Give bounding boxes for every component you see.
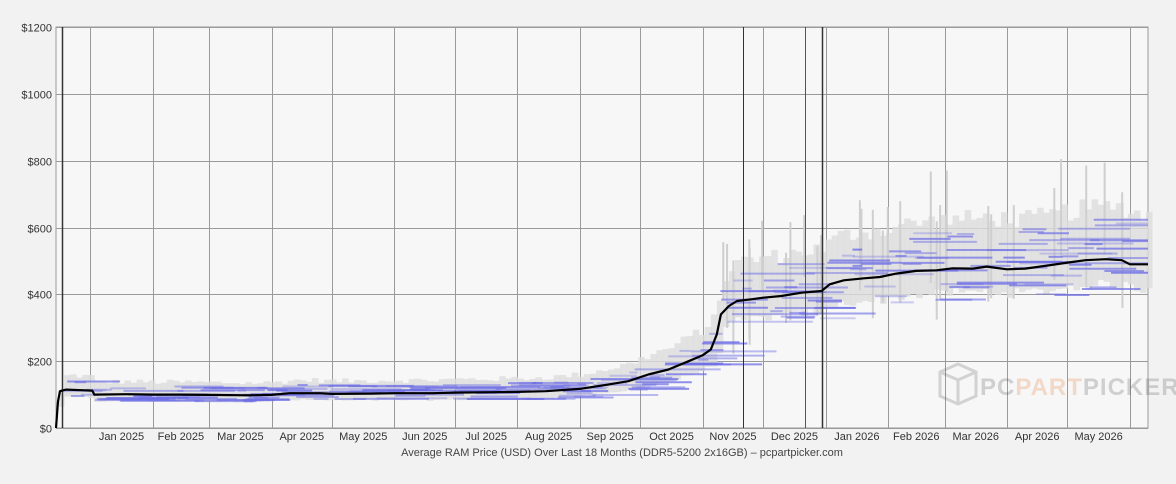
price-range-band (837, 230, 845, 302)
price-range-band (444, 378, 452, 400)
x-tick-label: Jul 2025 (465, 431, 507, 443)
price-range-band (82, 374, 89, 397)
price-spike (929, 171, 932, 284)
price-range-band (64, 375, 71, 397)
price-range-band (1031, 213, 1038, 289)
x-tick-label: Mar 2026 (952, 431, 998, 443)
y-tick-label: $600 (28, 224, 52, 236)
y-tick-label: $1000 (21, 90, 52, 102)
price-range-band (861, 232, 869, 301)
y-tick-label: $400 (28, 290, 52, 302)
y-tick-label: $0 (40, 424, 52, 436)
price-range-band (734, 260, 742, 318)
price-spike (761, 220, 764, 293)
price-spike (945, 170, 948, 292)
x-tick-label: May 2026 (1074, 431, 1122, 443)
x-tick-label: Jun 2025 (402, 431, 447, 443)
price-range-band (976, 217, 984, 292)
y-tick-label: $1200 (21, 23, 52, 35)
x-tick-label: Nov 2025 (709, 431, 756, 443)
x-tick-label: Jan 2026 (834, 431, 879, 443)
price-range-band (1037, 207, 1044, 290)
x-tick-label: Mar 2025 (217, 431, 263, 443)
x-tick-label: Aug 2025 (525, 431, 572, 443)
price-chart: $0 $200 $400 $600 $800 $1000 $1200 Jan 2025 Feb … (0, 0, 1176, 484)
price-range-band (1019, 213, 1026, 292)
x-tick-label: Feb 2025 (158, 431, 204, 443)
price-spike (881, 230, 884, 304)
chart-caption: Average RAM Price (USD) Over Last 18 Mon… (401, 447, 843, 459)
price-range-band (70, 374, 77, 397)
x-tick-label: Feb 2026 (893, 431, 939, 443)
x-tick-label: Apr 2025 (279, 431, 324, 443)
price-spike (1121, 202, 1124, 308)
x-tick-label: Apr 2026 (1015, 431, 1060, 443)
price-spike (1060, 159, 1063, 257)
price-spike (789, 222, 792, 321)
price-spike (886, 207, 889, 277)
price-spike (726, 243, 729, 328)
price-spike (990, 214, 993, 299)
chart-svg: $0 $200 $400 $600 $800 $1000 $1200 Jan 2025 Feb … (21, 23, 1176, 460)
price-range-band (771, 249, 778, 315)
price-range-band (1000, 212, 1008, 293)
x-tick-label: May 2025 (339, 431, 387, 443)
price-range-band (1006, 223, 1014, 298)
price-range-band (620, 363, 627, 392)
price-range-band (952, 215, 960, 289)
watermark-text: PCPARTPICKER (980, 374, 1176, 401)
price-range-band (795, 251, 802, 311)
x-tick-label: Dec 2025 (771, 431, 818, 443)
price-range-band (1139, 220, 1147, 293)
price-range-band (831, 235, 839, 308)
x-tick-label: Oct 2025 (649, 431, 694, 443)
y-tick-label: $200 (28, 357, 52, 369)
price-range-band (970, 219, 978, 291)
x-tick-label: Jan 2025 (99, 431, 144, 443)
x-tick-label: Sep 2025 (587, 431, 634, 443)
price-spike (816, 246, 819, 316)
y-tick-label: $800 (28, 157, 52, 169)
